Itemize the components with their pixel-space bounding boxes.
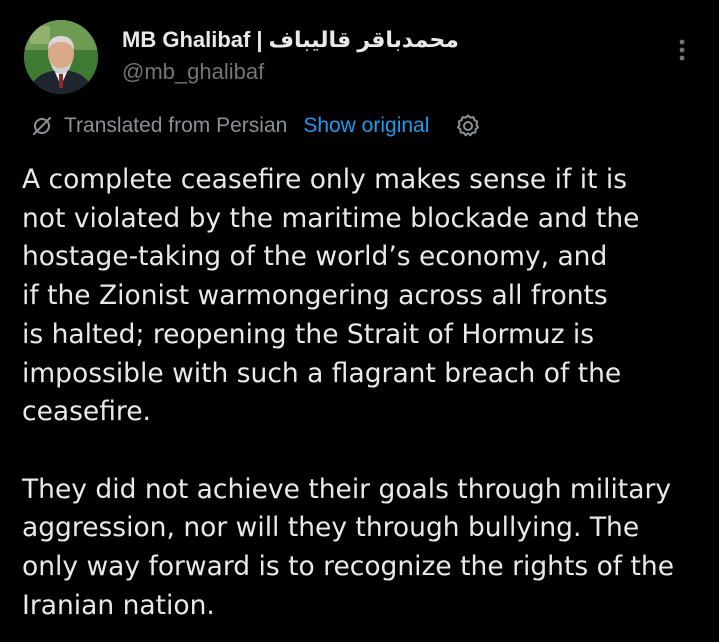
tweet-line: A complete ceasefire only makes sense if… bbox=[22, 164, 628, 195]
tweet-header: MB Ghalibaf | محمدباقر قالیباف @mb_ghali… bbox=[122, 26, 622, 86]
tweet-line: is halted; reopening the Strait of Hormu… bbox=[22, 318, 595, 350]
tweet-line: They did not achieve their goals through… bbox=[22, 473, 672, 505]
avatar[interactable] bbox=[24, 20, 98, 94]
translate-icon bbox=[33, 117, 51, 135]
more-options-button[interactable] bbox=[670, 36, 694, 64]
tweet-body: A complete ceasefire only makes sense if… bbox=[22, 161, 702, 625]
tweet-line: hostage-taking of the world’s economy, a… bbox=[22, 241, 608, 273]
display-name[interactable]: MB Ghalibaf | محمدباقر قالیباف bbox=[122, 26, 622, 54]
tweet-line: impossible with such a flagrant breach o… bbox=[22, 357, 622, 389]
tweet-line: ceasefire. bbox=[22, 396, 151, 428]
tweet-line: not violated by the maritime blockade an… bbox=[22, 202, 640, 234]
tweet-paragraph-1: A complete ceasefire only makes sense if… bbox=[22, 161, 702, 432]
gear-icon[interactable] bbox=[455, 113, 481, 139]
tweet-line: only way forward is to recognize the rig… bbox=[22, 551, 675, 583]
more-vertical-icon bbox=[679, 39, 685, 61]
show-original-link[interactable]: Show original bbox=[303, 114, 429, 138]
tweet-paragraph-2: They did not achieve their goals through… bbox=[22, 471, 702, 626]
display-name-persian: محمدباقر قالیباف bbox=[268, 27, 459, 52]
user-handle[interactable]: @mb_ghalibaf bbox=[122, 58, 622, 86]
display-name-latin: MB Ghalibaf bbox=[122, 27, 251, 52]
display-name-separator: | bbox=[256, 27, 263, 52]
profile-photo-icon bbox=[24, 20, 98, 94]
translated-from-label: Translated from Persian bbox=[64, 114, 288, 137]
tweet-line: Iranian nation. bbox=[22, 589, 215, 621]
tweet-line: if the Zionist warmongering across all f… bbox=[22, 280, 608, 312]
tweet: MB Ghalibaf | محمدباقر قالیباف @mb_ghali… bbox=[0, 0, 719, 642]
translation-bar: Translated from Persian Show original bbox=[30, 112, 481, 140]
tweet-line: aggression, nor will they through bullyi… bbox=[22, 512, 640, 544]
